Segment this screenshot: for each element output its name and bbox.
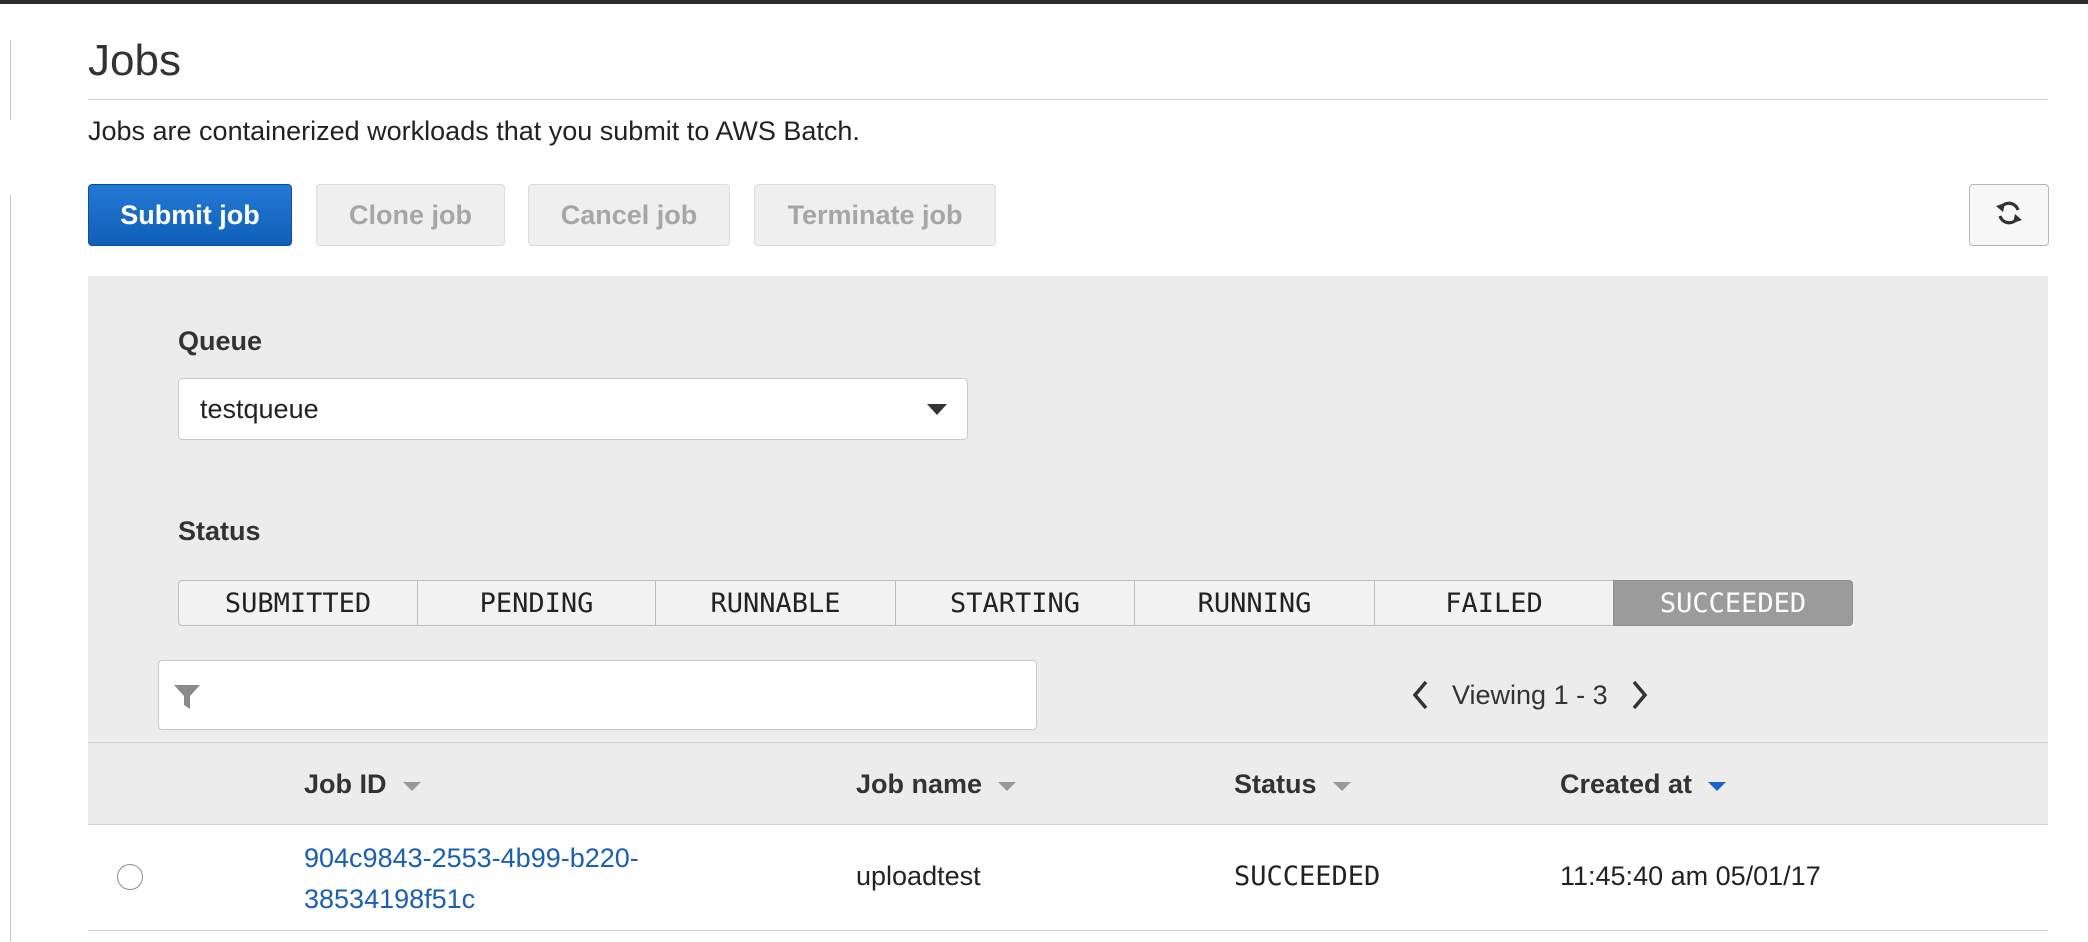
left-sidebar-edge-lower <box>0 195 11 942</box>
status-segment-starting[interactable]: STARTING <box>895 580 1135 626</box>
sort-caret-icon <box>402 782 421 791</box>
column-header-created-at[interactable]: Created at <box>1560 769 1727 800</box>
chevron-right-icon[interactable] <box>1630 679 1650 711</box>
status-segment-running[interactable]: RUNNING <box>1134 580 1375 626</box>
table-header: Job ID Job name Status Created at <box>88 742 2048 825</box>
status-segment-pending[interactable]: PENDING <box>417 580 656 626</box>
job-status-cell: SUCCEEDED <box>1234 861 1381 892</box>
clone-job-button[interactable]: Clone job <box>316 184 505 246</box>
job-name-cell: uploadtest <box>856 861 981 891</box>
queue-select-value: testqueue <box>200 394 319 424</box>
refresh-button[interactable] <box>1969 184 2049 246</box>
caret-down-icon <box>927 404 947 415</box>
status-segment-failed[interactable]: FAILED <box>1374 580 1614 626</box>
left-sidebar-edge <box>0 40 11 120</box>
status-segmented-control: SUBMITTED PENDING RUNNABLE STARTING RUNN… <box>178 580 1853 626</box>
status-segment-runnable[interactable]: RUNNABLE <box>655 580 896 626</box>
status-segment-succeeded[interactable]: SUCCEEDED <box>1613 580 1853 626</box>
row-select-radio[interactable] <box>117 864 143 890</box>
sort-caret-icon-active <box>1708 782 1727 791</box>
search-input[interactable] <box>215 673 1019 719</box>
cancel-job-button[interactable]: Cancel job <box>528 184 730 246</box>
queue-label: Queue <box>178 326 263 356</box>
submit-job-button[interactable]: Submit job <box>88 184 292 246</box>
pagination: Viewing 1 - 3 <box>1410 668 1650 722</box>
column-header-label: Job name <box>856 769 983 799</box>
status-label: Status <box>178 516 261 546</box>
column-header-job-name[interactable]: Job name <box>856 769 1017 800</box>
column-header-label: Job ID <box>304 769 387 799</box>
chevron-left-icon[interactable] <box>1410 679 1430 711</box>
queue-select[interactable]: testqueue <box>178 378 968 440</box>
status-segment-submitted[interactable]: SUBMITTED <box>178 580 418 626</box>
search-filter <box>158 660 1037 730</box>
page-description: Jobs are containerized workloads that yo… <box>88 116 860 146</box>
column-header-job-id[interactable]: Job ID <box>304 769 421 800</box>
top-border <box>0 0 2088 4</box>
terminate-job-button[interactable]: Terminate job <box>754 184 996 246</box>
table-row: 904c9843-2553-4b99-b220-38534198f51c upl… <box>88 825 2048 931</box>
created-at-cell: 11:45:40 am 05/01/17 <box>1560 861 1821 891</box>
refresh-icon <box>1994 198 2024 233</box>
column-header-label: Created at <box>1560 769 1693 799</box>
column-header-status[interactable]: Status <box>1234 769 1351 800</box>
pagination-text: Viewing 1 - 3 <box>1452 679 1608 710</box>
job-id-link[interactable]: 904c9843-2553-4b99-b220-38534198f51c <box>304 838 704 920</box>
filter-icon <box>173 684 201 715</box>
sort-caret-icon <box>998 782 1017 791</box>
title-divider <box>88 99 2048 100</box>
column-header-label: Status <box>1234 769 1317 799</box>
page-title: Jobs <box>88 36 181 85</box>
sort-caret-icon <box>1332 782 1351 791</box>
filter-panel: Queue testqueue Status SUBMITTED PENDING… <box>88 276 2048 742</box>
